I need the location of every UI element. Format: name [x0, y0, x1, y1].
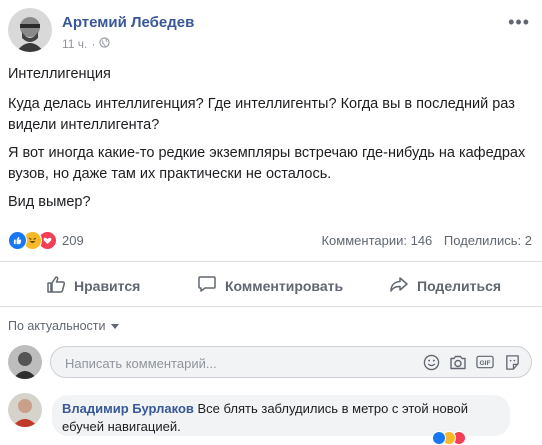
author-avatar[interactable]: [8, 8, 52, 52]
chevron-down-icon: [110, 319, 119, 333]
post-paragraph-2: Я вот иногда какие-то редкие экземпляры …: [8, 145, 526, 182]
comment-input-box: GIF: [50, 346, 532, 379]
like-button[interactable]: Нравится: [46, 274, 140, 297]
commenter-name[interactable]: Владимир Бурлаков: [62, 401, 194, 416]
share-arrow-icon: [389, 274, 409, 297]
globe-icon: [99, 37, 111, 51]
commenter-avatar[interactable]: [8, 393, 42, 427]
shares-count-link[interactable]: Поделились: 2: [444, 233, 532, 248]
comment-bubble: Владимир Бурлаков Все блять заблудились …: [52, 395, 510, 436]
timestamp-text[interactable]: 11 ч.: [62, 37, 87, 51]
dot-separator: ·: [91, 37, 96, 51]
reactions-count: 209: [62, 233, 84, 248]
post-title: Интеллигенция: [8, 66, 111, 82]
author-name[interactable]: Артемий Лебедев: [62, 14, 194, 31]
comment-sort-dropdown[interactable]: По актуальности: [8, 319, 119, 333]
gif-icon[interactable]: GIF: [476, 353, 494, 371]
sticker-icon[interactable]: [503, 353, 521, 371]
share-button-label: Поделиться: [417, 277, 502, 294]
thumbs-up-icon: [46, 274, 66, 297]
divider: [0, 306, 542, 307]
comment-bubble-icon: [197, 274, 217, 297]
more-options-icon[interactable]: •••: [508, 12, 530, 33]
comment-button-label: Комментировать: [225, 277, 344, 294]
post-stats: Комментарии: 146 Поделились: 2: [321, 233, 532, 248]
sort-label: По актуальности: [8, 319, 106, 333]
post-paragraph-1: Куда делась интеллигенция? Где интеллиге…: [8, 96, 515, 133]
camera-icon[interactable]: [449, 353, 467, 371]
comments-count-link[interactable]: Комментарии: 146: [321, 233, 432, 248]
comment-input[interactable]: [63, 347, 397, 379]
current-user-avatar[interactable]: [8, 345, 42, 379]
share-button[interactable]: Поделиться: [389, 274, 501, 297]
comment-reactions-summary[interactable]: [432, 431, 466, 445]
gif-label: GIF: [479, 360, 490, 367]
comment-button[interactable]: Комментировать: [197, 274, 343, 297]
post-paragraph-3: Вид вымер?: [8, 194, 91, 210]
comment-input-tools: GIF: [422, 353, 521, 371]
divider: [0, 261, 542, 262]
reactions-summary[interactable]: 209: [8, 231, 84, 250]
emoji-icon[interactable]: [422, 353, 440, 371]
like-button-label: Нравится: [74, 277, 141, 294]
post-timestamp: 11 ч. ·: [62, 37, 111, 51]
like-reaction-icon: [8, 231, 27, 250]
like-reaction-icon: [432, 431, 446, 445]
